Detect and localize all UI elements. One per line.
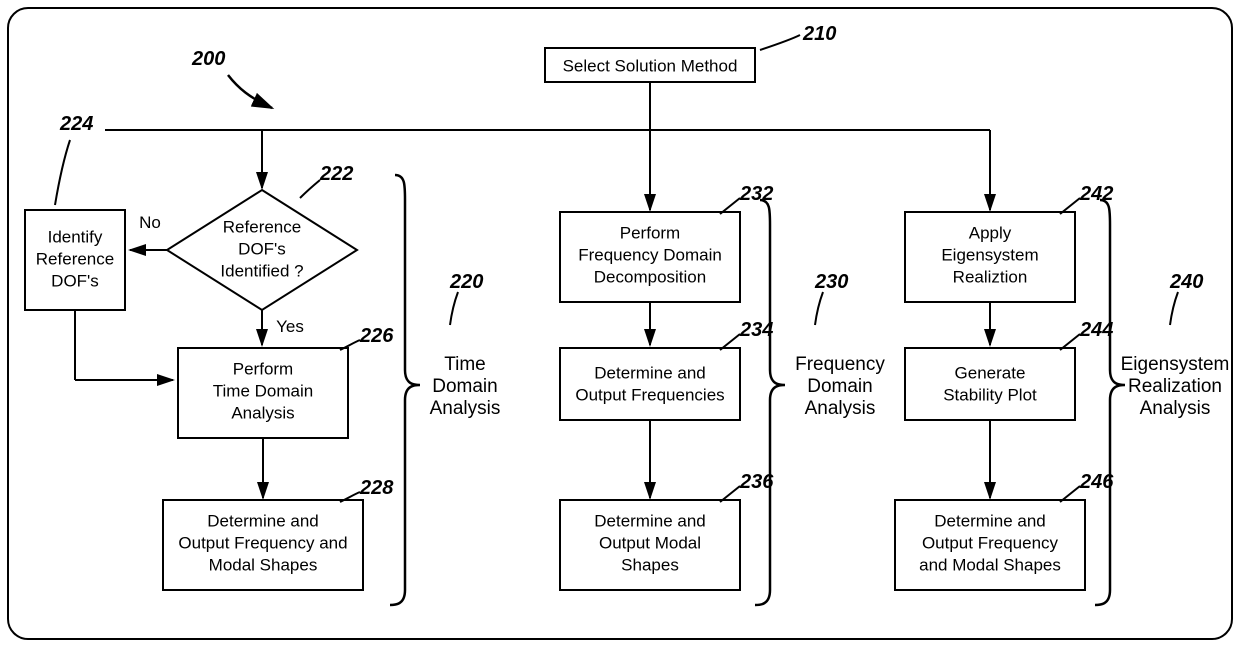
edge-no-label: No — [139, 213, 161, 232]
group-240-l3: Analysis — [1140, 398, 1211, 419]
box-224-l3: DOF's — [51, 271, 99, 290]
ref-224: 224 — [59, 113, 93, 135]
group-240-l1: Eigensystem — [1121, 354, 1230, 375]
brace-230 — [755, 200, 785, 605]
group-220-l1: Time — [444, 354, 486, 375]
ref-244: 244 — [1079, 319, 1113, 341]
box-242-l3: Realiztion — [953, 267, 1028, 286]
group-230-l3: Analysis — [805, 398, 876, 419]
box-232-l3: Decomposition — [594, 267, 706, 286]
box-234-l2: Output Frequencies — [575, 385, 724, 404]
group-230-l2: Domain — [807, 376, 872, 397]
box-226-l3: Analysis — [231, 403, 294, 422]
decision-line3: Identified ? — [220, 261, 303, 280]
ref-242: 242 — [1079, 183, 1113, 205]
leader-210 — [760, 35, 800, 50]
box-246-l1: Determine and — [934, 511, 1046, 530]
box-224-l2: Reference — [36, 249, 114, 268]
box-236-l3: Shapes — [621, 555, 679, 574]
ref-240: 240 — [1169, 271, 1203, 293]
box-236-l2: Output Modal — [599, 533, 701, 552]
leader-230 — [815, 292, 823, 325]
box-228-l1: Determine and — [207, 511, 319, 530]
box-228-l3: Modal Shapes — [209, 555, 318, 574]
ref-200: 200 — [191, 48, 225, 70]
group-220-l2: Domain — [432, 376, 497, 397]
box-232-l1: Perform — [620, 223, 680, 242]
box-224-l1: Identify — [48, 227, 103, 246]
box-246-l3: and Modal Shapes — [919, 555, 1061, 574]
box-select-solution-method-label: Select Solution Method — [563, 56, 738, 75]
ref-222: 222 — [319, 163, 353, 185]
box-226-l2: Time Domain — [213, 381, 313, 400]
edge-yes-label: Yes — [276, 317, 304, 336]
group-240-l2: Realization — [1128, 376, 1222, 397]
box-226-l1: Perform — [233, 359, 293, 378]
ref-232: 232 — [739, 183, 773, 205]
leader-226 — [340, 340, 360, 350]
brace-240 — [1095, 200, 1125, 605]
ref-226: 226 — [359, 325, 394, 347]
ref-234: 234 — [739, 319, 773, 341]
ref-200-arrow — [228, 75, 272, 108]
box-determine-output-freqs — [560, 348, 740, 420]
box-246-l2: Output Frequency — [922, 533, 1059, 552]
flowchart-diagram: 200 Select Solution Method 210 Reference… — [0, 0, 1240, 647]
box-236-l1: Determine and — [594, 511, 706, 530]
leader-224 — [55, 140, 70, 205]
ref-230: 230 — [814, 271, 848, 293]
box-242-l1: Apply — [969, 223, 1012, 242]
box-228-l2: Output Frequency and — [178, 533, 347, 552]
leader-240 — [1170, 292, 1178, 325]
decision-line2: DOF's — [238, 239, 286, 258]
decision-line1: Reference — [223, 217, 301, 236]
box-generate-stability-plot — [905, 348, 1075, 420]
leader-220 — [450, 292, 458, 325]
box-232-l2: Frequency Domain — [578, 245, 722, 264]
box-244-l1: Generate — [955, 363, 1026, 382]
group-220-l3: Analysis — [430, 398, 501, 419]
leader-222 — [300, 180, 320, 198]
box-234-l1: Determine and — [594, 363, 706, 382]
box-244-l2: Stability Plot — [943, 385, 1037, 404]
brace-220 — [390, 175, 420, 605]
ref-228: 228 — [359, 477, 394, 499]
ref-220: 220 — [449, 271, 483, 293]
box-242-l2: Eigensystem — [941, 245, 1038, 264]
ref-210: 210 — [802, 23, 836, 45]
group-230-l1: Frequency — [795, 354, 885, 375]
